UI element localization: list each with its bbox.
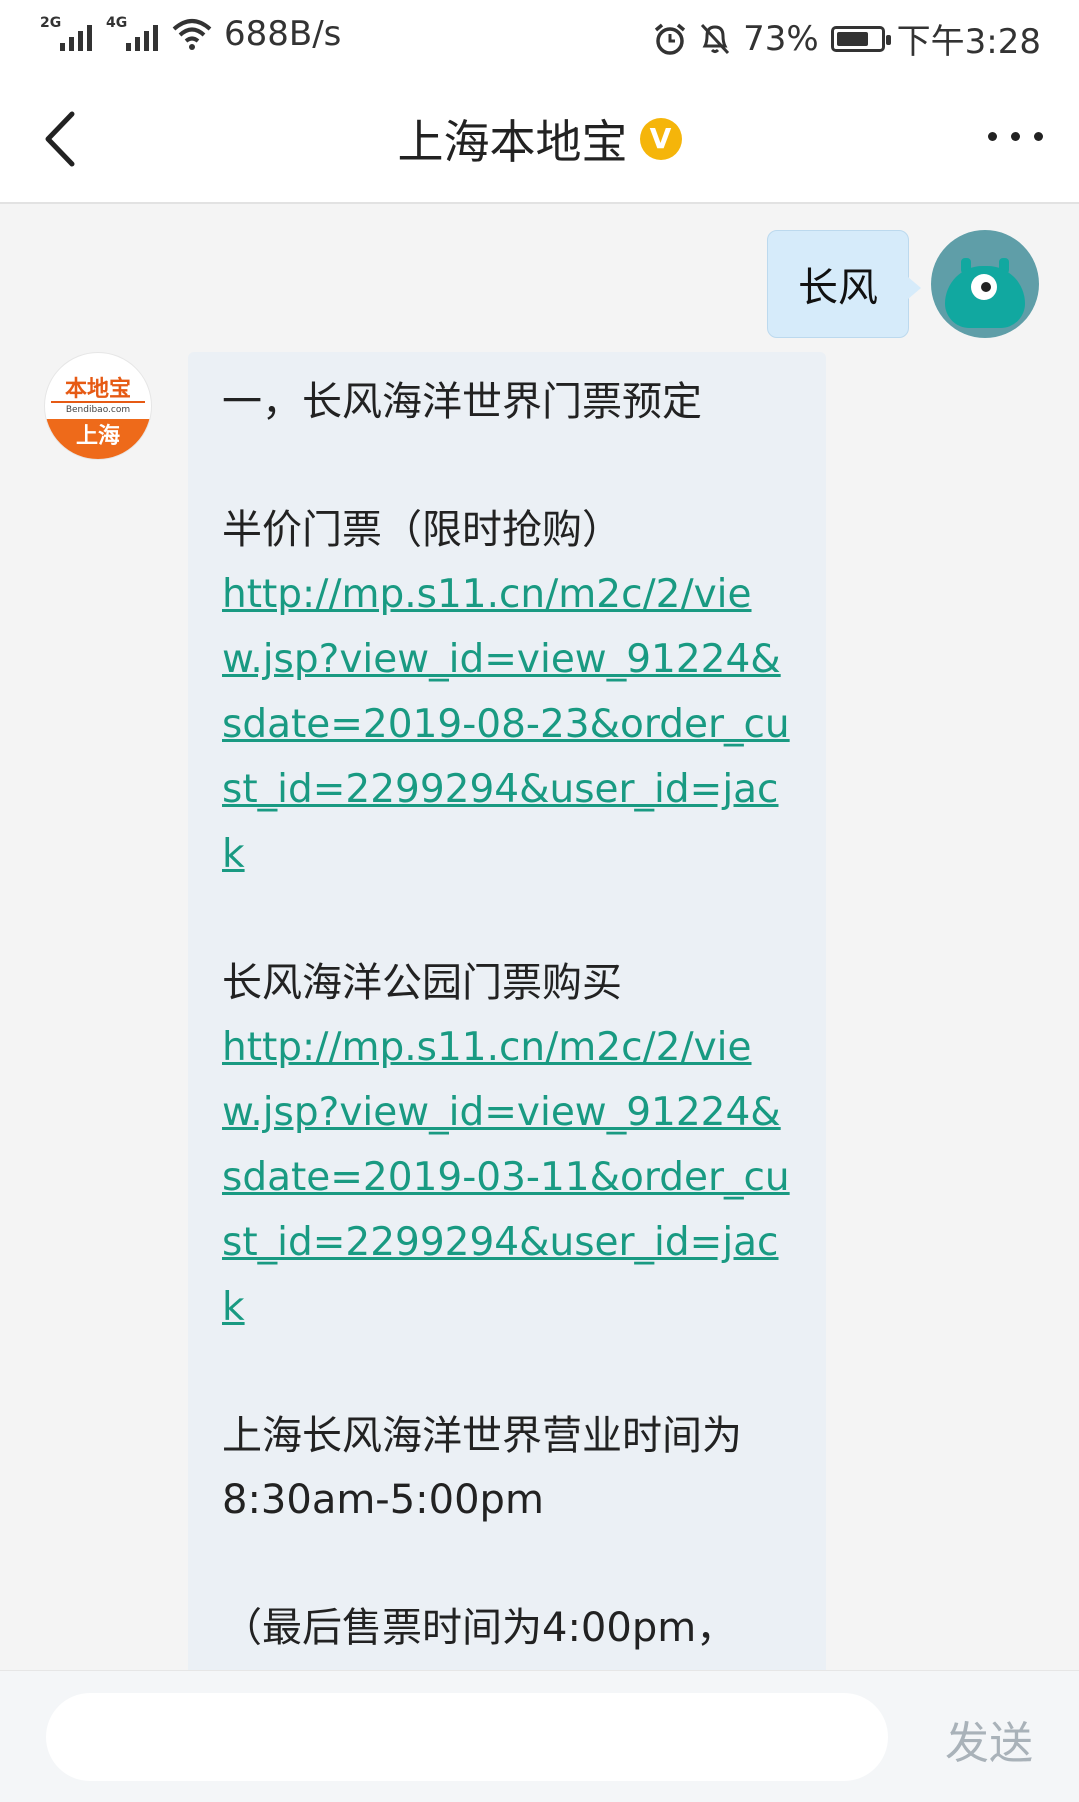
- title-bar: 上海本地宝 V: [0, 76, 1079, 204]
- wifi-icon: [172, 19, 212, 50]
- avatar-logo-city: 上海: [45, 419, 151, 459]
- message-incoming: 本地宝 Bendibao.com 上海 一，长风海洋世界门票预定 半价门票（限时…: [44, 352, 826, 1670]
- status-bar: 2G 4G 688B/s 73% 下午3:28: [0, 0, 1079, 76]
- mute-bell-icon: [700, 23, 730, 54]
- verified-badge-icon: V: [639, 118, 682, 160]
- network-type-2: 4G: [106, 15, 128, 31]
- chat-area[interactable]: 长风 本地宝 Bendibao.com 上海 一，长风海洋世界门票预定 半价门票…: [0, 204, 1079, 1670]
- page-title: 上海本地宝: [397, 115, 628, 169]
- send-button[interactable]: 发送: [945, 1707, 1033, 1771]
- input-bar: 发送: [0, 1670, 1079, 1802]
- user-avatar[interactable]: [931, 230, 1039, 338]
- message-line: 半价门票（限时抢购）: [222, 507, 622, 553]
- message-outgoing: 长风: [767, 230, 1039, 338]
- clock: 下午3:28: [896, 22, 1041, 62]
- battery-icon: [830, 25, 891, 52]
- battery-percent: 73%: [743, 18, 819, 59]
- bendibao-avatar[interactable]: 本地宝 Bendibao.com 上海: [44, 352, 152, 460]
- signal-4g-icon: 4G: [106, 15, 160, 53]
- network-type-1: 2G: [40, 15, 62, 31]
- signal-2g-icon: 2G: [40, 15, 94, 53]
- avatar-logo-text: 本地宝: [64, 377, 131, 402]
- bot-message-bubble[interactable]: 一，长风海洋世界门票预定 半价门票（限时抢购） http://mp.s11.cn…: [188, 352, 826, 1670]
- user-message-bubble[interactable]: 长风: [767, 230, 921, 338]
- network-speed: 688B/s: [224, 14, 342, 54]
- page-title-wrap: 上海本地宝 V: [0, 106, 1079, 172]
- ticket-link-purchase[interactable]: http://mp.s11.cn/m2c/2/view.jsp?view_id=…: [222, 1025, 790, 1330]
- ticket-link-halfprice[interactable]: http://mp.s11.cn/m2c/2/view.jsp?view_id=…: [222, 572, 790, 877]
- more-dots-icon[interactable]: [988, 132, 1043, 141]
- alarm-icon: [654, 23, 686, 55]
- message-line: 一，长风海洋世界门票预定: [222, 379, 702, 425]
- avatar-logo-domain: Bendibao.com: [51, 401, 145, 415]
- message-line: 长风海洋公园门票购买: [222, 960, 622, 1006]
- message-line: （最后售票时间为4:00pm，: [222, 1605, 737, 1651]
- message-line: 上海长风海洋世界营业时间为8:30am-5:00pm: [222, 1413, 742, 1523]
- message-input[interactable]: [46, 1693, 888, 1781]
